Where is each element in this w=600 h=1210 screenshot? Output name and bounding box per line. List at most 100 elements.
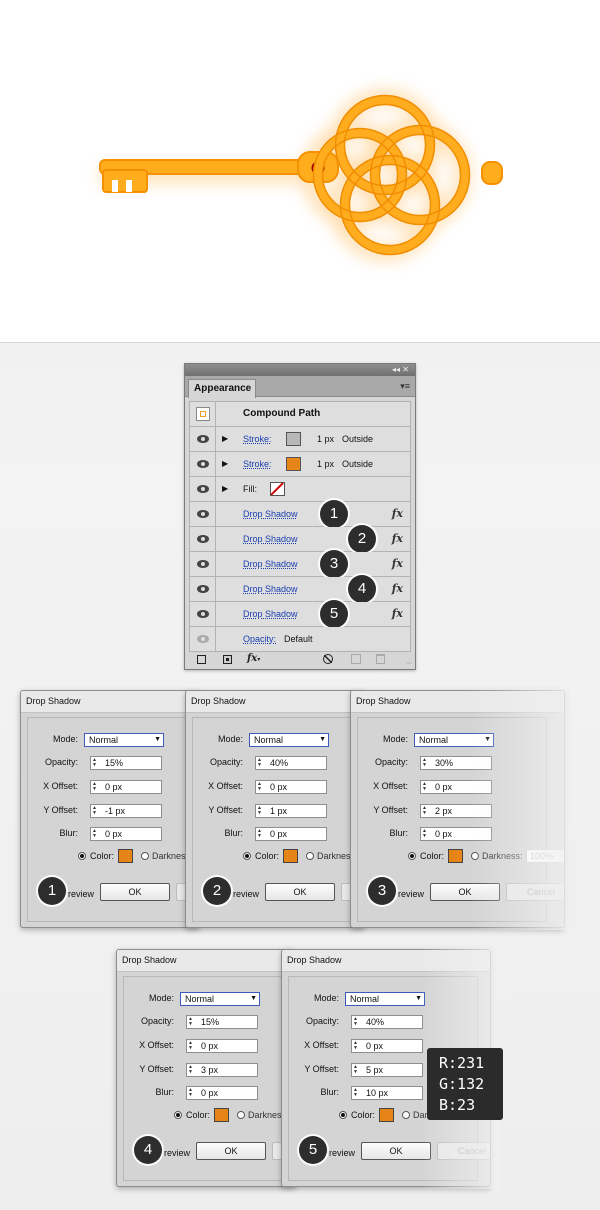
opacity-field[interactable]: ▲ ▼ 15%	[90, 756, 162, 770]
mode-select[interactable]: Normal ▼	[180, 992, 260, 1006]
visibility-eye-icon[interactable]	[197, 635, 209, 643]
expand-triangle-icon[interactable]: ▶	[222, 434, 228, 443]
visibility-eye-icon[interactable]	[197, 485, 209, 493]
expand-triangle-icon[interactable]: ▶	[222, 459, 228, 468]
stroke-link[interactable]: Stroke:	[243, 459, 272, 469]
fx-icon[interactable]: fx	[392, 557, 403, 570]
tab-appearance[interactable]: Appearance	[188, 379, 256, 398]
blur-field[interactable]: ▲ ▼ 0 px	[90, 827, 162, 841]
y-offset-field[interactable]: ▲ ▼ 3 px	[186, 1063, 258, 1077]
x-offset-field[interactable]: ▲ ▼ 0 px	[255, 780, 327, 794]
y-offset-field[interactable]: ▲ ▼ 1 px	[255, 804, 327, 818]
add-effect-fx-icon[interactable]: fx▾	[247, 653, 260, 666]
shadow-color-swatch[interactable]	[379, 1108, 394, 1122]
stroke-row-2[interactable]: ▶ Stroke: 1 px Outside	[189, 452, 411, 477]
add-new-fill-icon[interactable]	[223, 655, 232, 664]
color-radio[interactable]	[408, 852, 416, 860]
clear-appearance-icon[interactable]	[323, 654, 333, 664]
x-offset-field[interactable]: ▲ ▼ 0 px	[351, 1039, 423, 1053]
ok-button[interactable]: OK	[196, 1142, 266, 1160]
x-offset-field[interactable]: ▲ ▼ 0 px	[186, 1039, 258, 1053]
darkness-radio[interactable]	[237, 1111, 245, 1119]
drop-shadow-row-3[interactable]: Drop Shadow 3 fx	[189, 550, 411, 578]
drop-shadow-row-5[interactable]: Drop Shadow 5 fx	[189, 600, 411, 628]
appearance-rows: Compound Path ▶ Stroke: 1 px Outside ▶ S…	[189, 401, 411, 652]
opacity-field[interactable]: ▲ ▼ 15%	[186, 1015, 258, 1029]
opacity-field[interactable]: ▲ ▼ 30%	[420, 756, 492, 770]
opacity-field[interactable]: ▲ ▼ 40%	[255, 756, 327, 770]
fill-row[interactable]: ▶ Fill:	[189, 477, 411, 502]
shadow-color-swatch[interactable]	[283, 849, 298, 863]
blur-field[interactable]: ▲ ▼ 0 px	[420, 827, 492, 841]
blur-field[interactable]: ▲ ▼ 10 px	[351, 1086, 423, 1100]
visibility-eye-icon[interactable]	[197, 535, 209, 543]
preview-label[interactable]: Preview	[158, 1148, 190, 1158]
preview-label[interactable]: Preview	[227, 889, 259, 899]
darkness-radio[interactable]	[402, 1111, 410, 1119]
visibility-eye-icon[interactable]	[197, 610, 209, 618]
add-new-stroke-icon[interactable]	[197, 655, 206, 664]
stroke-swatch[interactable]	[286, 457, 301, 471]
visibility-eye-icon[interactable]	[197, 560, 209, 568]
y-offset-field[interactable]: ▲ ▼ 2 px	[420, 804, 492, 818]
darkness-radio[interactable]	[306, 852, 314, 860]
visibility-eye-icon[interactable]	[197, 510, 209, 518]
stroke-swatch[interactable]	[286, 432, 301, 446]
preview-label[interactable]: Preview	[392, 889, 424, 899]
x-offset-field[interactable]: ▲ ▼ 0 px	[420, 780, 492, 794]
opacity-field[interactable]: ▲ ▼ 40%	[351, 1015, 423, 1029]
ok-button[interactable]: OK	[361, 1142, 431, 1160]
panel-collapse-close-icon[interactable]: ◂◂ ✕	[392, 364, 409, 376]
drop-shadow-link[interactable]: Drop Shadow	[243, 584, 298, 594]
drop-shadow-row-2[interactable]: Drop Shadow 2 fx	[189, 525, 411, 553]
drop-shadow-link[interactable]: Drop Shadow	[243, 509, 298, 519]
drop-shadow-link[interactable]: Drop Shadow	[243, 534, 298, 544]
preview-label[interactable]: Preview	[62, 889, 94, 899]
mode-select[interactable]: Normal ▼	[345, 992, 425, 1006]
step-badge: 5	[320, 600, 348, 628]
color-radio[interactable]	[174, 1111, 182, 1119]
mode-select[interactable]: Normal ▼	[249, 733, 329, 747]
shadow-color-swatch[interactable]	[214, 1108, 229, 1122]
shadow-color-swatch[interactable]	[448, 849, 463, 863]
fx-icon[interactable]: fx	[392, 532, 403, 545]
blur-label: Blur:	[389, 828, 408, 838]
fx-icon[interactable]: fx	[392, 582, 403, 595]
y-offset-field[interactable]: ▲ ▼ 5 px	[351, 1063, 423, 1077]
color-radio[interactable]	[78, 852, 86, 860]
x-offset-field[interactable]: ▲ ▼ 0 px	[90, 780, 162, 794]
resize-grip-icon[interactable]: ⋯	[406, 658, 412, 670]
fx-icon[interactable]: fx	[392, 607, 403, 620]
fx-icon[interactable]: fx	[392, 507, 403, 520]
darkness-radio[interactable]	[471, 852, 479, 860]
stroke-row-1[interactable]: ▶ Stroke: 1 px Outside	[189, 427, 411, 452]
drop-shadow-link[interactable]: Drop Shadow	[243, 559, 298, 569]
ok-button[interactable]: OK	[100, 883, 170, 901]
stroke-link[interactable]: Stroke:	[243, 434, 272, 444]
visibility-eye-icon[interactable]	[197, 585, 209, 593]
drop-shadow-link[interactable]: Drop Shadow	[243, 609, 298, 619]
visibility-eye-icon[interactable]	[197, 460, 209, 468]
color-radio[interactable]	[339, 1111, 347, 1119]
opacity-link[interactable]: Opacity:	[243, 634, 276, 644]
object-type-label: Compound Path	[243, 408, 321, 419]
drop-shadow-row-1[interactable]: Drop Shadow 1 fx	[189, 500, 411, 528]
ok-button[interactable]: OK	[430, 883, 500, 901]
shadow-color-swatch[interactable]	[118, 849, 133, 863]
y-offset-field[interactable]: ▲ ▼ -1 px	[90, 804, 162, 818]
color-radio[interactable]	[243, 852, 251, 860]
blur-field[interactable]: ▲ ▼ 0 px	[186, 1086, 258, 1100]
visibility-eye-icon[interactable]	[197, 435, 209, 443]
mode-select[interactable]: Normal ▼	[414, 733, 494, 747]
preview-label[interactable]: Preview	[323, 1148, 355, 1158]
drop-shadow-row-4[interactable]: Drop Shadow 4 fx	[189, 575, 411, 603]
cancel-button[interactable]: Cancel	[437, 1142, 490, 1160]
blur-field[interactable]: ▲ ▼ 0 px	[255, 827, 327, 841]
panel-menu-icon[interactable]: ▾≡	[400, 381, 410, 391]
fill-none-swatch[interactable]	[270, 482, 285, 496]
mode-select[interactable]: Normal ▼	[84, 733, 164, 747]
expand-triangle-icon[interactable]: ▶	[222, 484, 228, 493]
cancel-button[interactable]: Cancel	[506, 883, 564, 901]
ok-button[interactable]: OK	[265, 883, 335, 901]
darkness-radio[interactable]	[141, 852, 149, 860]
